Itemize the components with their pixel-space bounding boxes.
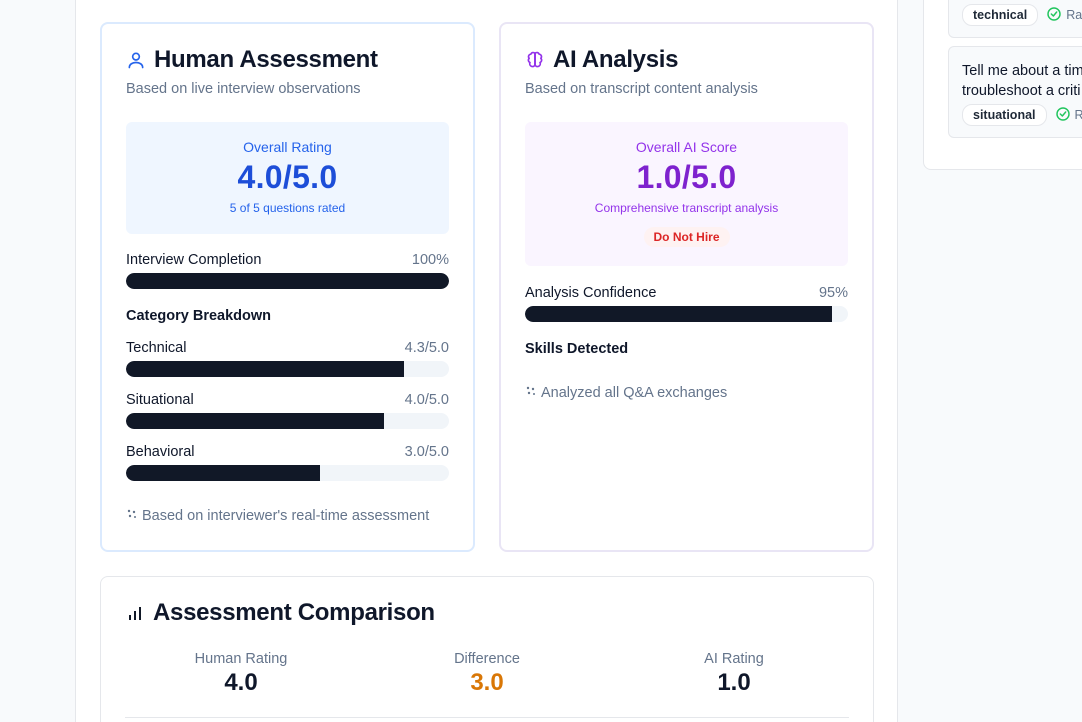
human-footer: Based on interviewer's real-time assessm…	[126, 508, 429, 524]
ai-overall-value: 1.0/5.0	[636, 159, 737, 195]
ai-footer: Analyzed all Q&A exchanges	[525, 385, 727, 401]
difference-label: Difference	[454, 651, 520, 667]
difference-column: Difference 3.0	[387, 651, 587, 697]
category-technical: Technical 4.3/5.0	[126, 340, 449, 377]
sparkle-icon	[525, 385, 537, 401]
question-text-line: troubleshoot a criti	[962, 83, 1081, 99]
category-label: Technical	[126, 340, 187, 356]
analysis-confidence: Analysis Confidence 95%	[525, 285, 848, 322]
human-subtitle: Based on live interview observations	[126, 81, 361, 97]
human-assessment-title: Human Assessment	[126, 46, 378, 74]
question-tags: technical Ra	[962, 4, 1082, 26]
rated-status-text: Ra	[1066, 8, 1082, 22]
category-value: 4.0/5.0	[404, 392, 449, 408]
skills-detected-heading: Skills Detected	[525, 341, 629, 357]
human-overall-label: Overall Rating	[243, 139, 332, 155]
check-circle-icon	[1055, 106, 1071, 125]
question-tags: situational R	[962, 104, 1082, 126]
question-card[interactable]: Tell me about a tim troubleshoot a criti…	[948, 46, 1082, 138]
comparison-title-text: Assessment Comparison	[153, 599, 435, 626]
human-rating-value: 4.0	[224, 669, 258, 696]
completion-value: 100%	[411, 252, 449, 268]
ai-overall-note: Comprehensive transcript analysis	[594, 201, 779, 215]
question-text: Tell me about a tim troubleshoot a criti	[962, 61, 1082, 101]
ai-analysis-title: AI Analysis	[525, 46, 679, 74]
ai-title-text: AI Analysis	[553, 46, 679, 73]
rated-status-text: R	[1074, 108, 1082, 122]
category-breakdown-heading: Category Breakdown	[126, 308, 272, 324]
category-behavioral: Behavioral 3.0/5.0	[126, 444, 449, 481]
completion-progress-bar	[126, 273, 449, 289]
brain-icon	[525, 50, 545, 70]
confidence-value: 95%	[818, 285, 848, 301]
rated-status: R	[1055, 106, 1082, 125]
question-text-line: Tell me about a tim	[962, 63, 1082, 79]
completion-label: Interview Completion	[126, 252, 262, 268]
human-overall-value: 4.0/5.0	[237, 159, 338, 195]
confidence-progress-fill	[525, 306, 832, 322]
category-label: Behavioral	[126, 444, 195, 460]
ai-subtitle: Based on transcript content analysis	[525, 81, 758, 97]
completion-progress-fill	[126, 273, 449, 289]
category-bar-fill	[126, 413, 385, 429]
sparkle-icon	[126, 508, 138, 524]
ai-overall-box: Overall AI Score 1.0/5.0 Comprehensive t…	[525, 122, 848, 266]
human-title-text: Human Assessment	[154, 46, 378, 73]
category-bar	[126, 465, 449, 481]
ai-rating-label: AI Rating	[704, 651, 764, 667]
category-value: 3.0/5.0	[404, 444, 449, 460]
category-bar	[126, 413, 449, 429]
check-circle-icon	[1046, 6, 1062, 25]
comparison-title: Assessment Comparison	[125, 599, 435, 627]
ai-rating-value: 1.0	[717, 669, 751, 696]
human-footer-text: Based on interviewer's real-time assessm…	[142, 508, 430, 524]
difference-value: 3.0	[470, 669, 504, 696]
confidence-label: Analysis Confidence	[525, 285, 657, 301]
category-bar-fill	[126, 361, 404, 377]
rated-status: Ra	[1046, 6, 1082, 25]
user-icon	[126, 50, 146, 70]
human-overall-box: Overall Rating 4.0/5.0 5 of 5 questions …	[126, 122, 449, 234]
category-situational: Situational 4.0/5.0	[126, 392, 449, 429]
category-bar-fill	[126, 465, 320, 481]
category-label: Situational	[126, 392, 194, 408]
recommendation-badge: Do Not Hire	[643, 227, 730, 247]
question-type-tag: situational	[962, 104, 1047, 126]
human-assessment-card: Human Assessment Based on live interview…	[100, 22, 475, 552]
ai-rating-column: AI Rating 1.0	[634, 651, 834, 697]
assessment-comparison-card: Assessment Comparison Human Rating 4.0 D…	[100, 576, 874, 722]
human-rating-column: Human Rating 4.0	[141, 651, 341, 697]
question-card[interactable]: technical Ra	[948, 0, 1082, 38]
ai-analysis-card: AI Analysis Based on transcript content …	[499, 22, 874, 552]
interview-completion: Interview Completion 100%	[126, 252, 449, 289]
question-type-tag: technical	[962, 4, 1039, 26]
category-value: 4.3/5.0	[404, 340, 449, 356]
human-overall-note: 5 of 5 questions rated	[229, 201, 346, 215]
bar-chart-icon	[125, 603, 145, 623]
comparison-divider	[125, 717, 849, 718]
category-bar	[126, 361, 449, 377]
human-rating-label: Human Rating	[194, 651, 288, 667]
ai-overall-label: Overall AI Score	[635, 139, 738, 155]
confidence-progress-bar	[525, 306, 848, 322]
ai-footer-text: Analyzed all Q&A exchanges	[541, 385, 728, 401]
